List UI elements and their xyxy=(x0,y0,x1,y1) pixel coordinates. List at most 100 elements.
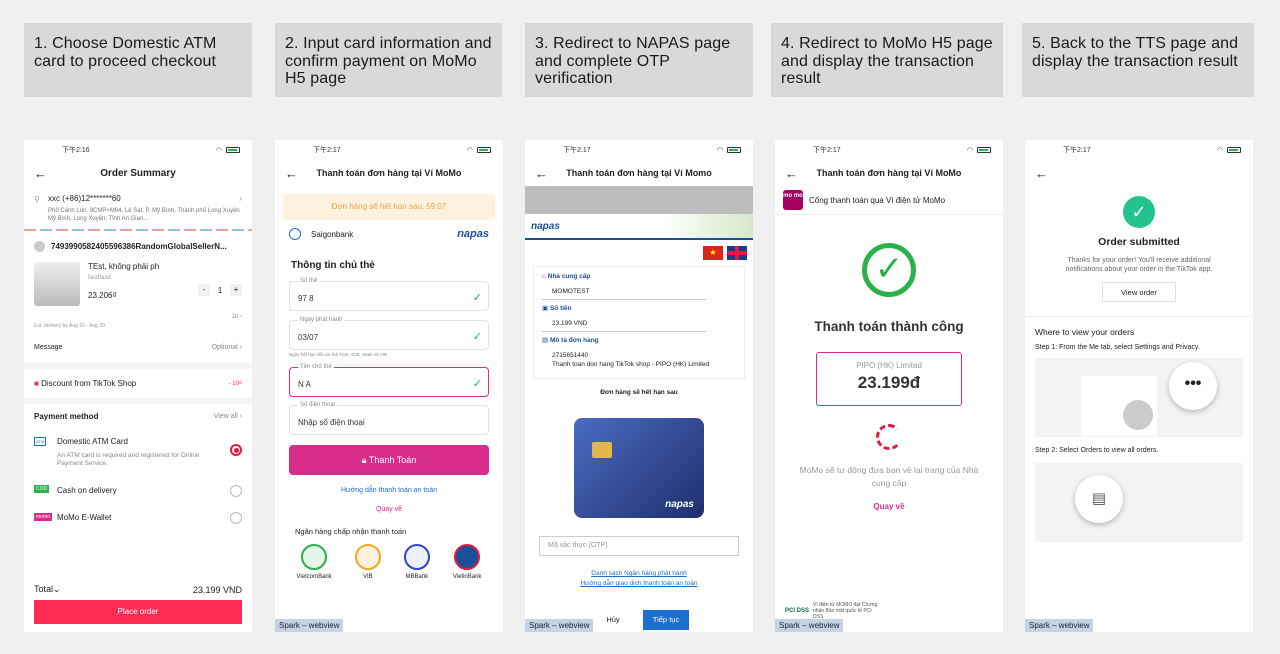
payment-option-atm[interactable]: ATM Domestic ATM Card An ATM card is req… xyxy=(24,429,252,474)
holder-name-field[interactable]: Tên chủ thẻ N A ✓ xyxy=(289,364,489,397)
ship-days: 3d xyxy=(231,314,239,320)
card-napas-logo: napas xyxy=(665,499,694,510)
redirect-text: MoMo sẽ tự động đưa bạn về lại trang của… xyxy=(799,465,979,488)
description-id: 2715651440 xyxy=(552,352,589,359)
otp-input[interactable]: Mã xác thực (OTP) xyxy=(539,536,739,556)
cod-icon: COD xyxy=(34,485,50,493)
phone-momo-result: 下午2:17 ◠ ← Thanh toán đơn hàng tại Ví MoMo… xyxy=(775,140,1003,632)
product-title: TEst, không phải ph xyxy=(88,262,160,271)
back-arrow-icon[interactable]: ← xyxy=(285,166,298,181)
issuer-banks-link[interactable]: Danh sách Ngân hàng phát hành xyxy=(525,570,753,577)
momo-radio[interactable] xyxy=(230,512,242,524)
cod-radio[interactable] xyxy=(230,485,242,497)
issue-date-field[interactable]: Ngày phát hành 03/07 ✓ xyxy=(289,317,489,350)
message-optional: Optional › xyxy=(211,344,242,351)
step-4-caption: 4. Redirect to MoMo H5 page and display … xyxy=(771,23,1003,97)
wifi-icon: ◠ xyxy=(215,147,222,154)
status-time: 下午2:17 xyxy=(1063,147,1091,154)
description-value: Thanh toan don hang TikTok shop - PIPO (… xyxy=(552,361,710,368)
description-label: Mô tả đơn hàng xyxy=(549,337,599,344)
back-arrow-icon[interactable]: ← xyxy=(535,166,548,181)
bank-mbbank: MBBank xyxy=(403,544,430,580)
paid-amount: 23.199đ xyxy=(857,373,921,392)
orders-icon: ▤ xyxy=(1075,475,1123,523)
status-time: 下午2:16 xyxy=(62,147,90,154)
pay-button[interactable]: 🔒︎ Thanh Toán xyxy=(289,445,489,475)
step-3-caption: 3. Redirect to NAPAS page and complete O… xyxy=(525,23,753,97)
uk-flag-icon[interactable] xyxy=(727,246,747,260)
check-icon: ✓ xyxy=(472,331,482,343)
avatar-icon xyxy=(1123,400,1153,430)
phone-field[interactable]: Số điện thoại Nhập số điện thoại xyxy=(289,402,489,435)
discount-label: Discount from TikTok Shop xyxy=(41,379,137,388)
napas-logo: napas xyxy=(531,220,560,232)
section-title: Thông tin chủ thẻ xyxy=(291,260,375,271)
continue-button[interactable]: Tiếp tục xyxy=(643,610,689,630)
phone-order-summary: 下午2:16 ◠ ← Order Summary ⚲ xxc (+86)12****… xyxy=(24,140,252,632)
card-number-field[interactable]: Số thẻ 97 8 ✓ xyxy=(289,278,489,311)
shop-row: 7493990582405596386RandomGlobalSellerN..… xyxy=(24,231,252,258)
expire-text: Đơn hàng sẽ hết hạn sau xyxy=(600,389,678,396)
view-order-button[interactable]: View order xyxy=(1102,282,1176,302)
total-label[interactable]: Total⌄ xyxy=(34,584,61,595)
phone-napas-otp: 下午2:17 ◠ ← Thanh toán đơn hàng tại Ví Momo… xyxy=(525,140,753,632)
back-arrow-icon[interactable]: ← xyxy=(785,166,798,181)
safe-transaction-link[interactable]: Hướng dẫn giao dịch thanh toán an toàn xyxy=(525,580,753,587)
place-order-button[interactable]: Place order xyxy=(34,600,242,624)
page-title: Order Summary xyxy=(100,167,176,179)
napas-top-bar xyxy=(525,186,753,214)
page-title: Thanh toán đơn hàng tại Ví Momo xyxy=(566,168,712,178)
step-1-illustration: ••• xyxy=(1035,358,1243,437)
spark-webview-badge: Spark – webview xyxy=(1025,619,1094,632)
safe-guide-link[interactable]: Hướng dẫn thanh toán an toàn xyxy=(275,487,503,494)
check-icon: ✓ xyxy=(472,292,482,304)
qty-minus-button[interactable]: - xyxy=(198,284,210,296)
wifi-icon: ◠ xyxy=(466,147,473,154)
back-link[interactable]: Quay về xyxy=(275,506,503,513)
step-1-caption: 1. Choose Domestic ATM card to proceed c… xyxy=(24,23,252,97)
vietnam-flag-icon[interactable]: ★ xyxy=(703,246,723,260)
money-icon: ▣ xyxy=(542,305,549,312)
location-pin-icon: ⚲ xyxy=(34,195,40,204)
back-arrow-icon[interactable]: ← xyxy=(1035,166,1048,181)
back-link[interactable]: Quay về xyxy=(775,502,1003,511)
cancel-button[interactable]: Hủy xyxy=(593,610,633,630)
step-2-caption: 2. Input card information and confirm pa… xyxy=(275,23,502,97)
recipient-name: xxc (+86)12*******60 xyxy=(48,194,121,203)
battery-icon xyxy=(727,147,741,153)
success-check-icon: ✓ xyxy=(1123,196,1155,228)
view-all-link[interactable]: View all › xyxy=(214,413,242,420)
battery-icon xyxy=(1227,147,1241,153)
payment-option-momo[interactable]: momo MoMo E-Wallet xyxy=(24,503,252,530)
qty-value: 1 xyxy=(217,285,223,295)
delivery-estimate: Est. delivery by Aug 16 - Aug 20 xyxy=(34,323,105,329)
message-row[interactable]: Message Optional › xyxy=(24,332,252,363)
address-block[interactable]: ⚲ xxc (+86)12*******60 Phố Cánh Lún, 9CM… xyxy=(24,186,252,229)
loading-spinner-icon xyxy=(876,424,902,450)
payment-method-heading: Payment method xyxy=(34,412,99,421)
battery-icon xyxy=(226,147,240,153)
product-variant: fasdfasd xyxy=(88,275,111,281)
atm-radio[interactable] xyxy=(230,444,242,456)
lock-icon: 🔒︎ xyxy=(361,455,367,465)
battery-icon xyxy=(477,147,491,153)
accepted-banks-title: Ngân hàng chấp nhận thanh toán xyxy=(295,527,407,536)
card-image: napas xyxy=(574,418,704,518)
gateway-title: Cổng thanh toán qua Ví điện tử MoMo xyxy=(809,195,946,205)
shop-icon xyxy=(34,241,45,252)
description-icon: ▤ xyxy=(542,337,549,344)
payment-option-cod[interactable]: COD Cash on delivery xyxy=(24,474,252,503)
order-info-box: ⌂ Nhà cung cấp MOMOTEST ▣ Số tiền 23.199… xyxy=(533,266,745,379)
provider-label: Nhà cung cấp xyxy=(547,273,591,280)
step-2-illustration: ▤ xyxy=(1035,463,1243,542)
qty-plus-button[interactable]: + xyxy=(230,284,242,296)
success-title: Thanh toán thành công xyxy=(814,319,964,334)
discount-value: - 10₫ xyxy=(228,380,242,387)
step-2-text: Step 2: Select Orders to view all orders… xyxy=(1035,447,1159,454)
bank-vietinbank: VietinBank xyxy=(453,544,481,580)
more-icon: ••• xyxy=(1169,362,1217,410)
back-arrow-icon[interactable]: ← xyxy=(34,166,47,181)
battery-icon xyxy=(977,147,991,153)
success-check-icon: ✓ xyxy=(862,243,916,297)
discount-row[interactable]: ■ Discount from TikTok Shop - 10₫ xyxy=(24,369,252,398)
